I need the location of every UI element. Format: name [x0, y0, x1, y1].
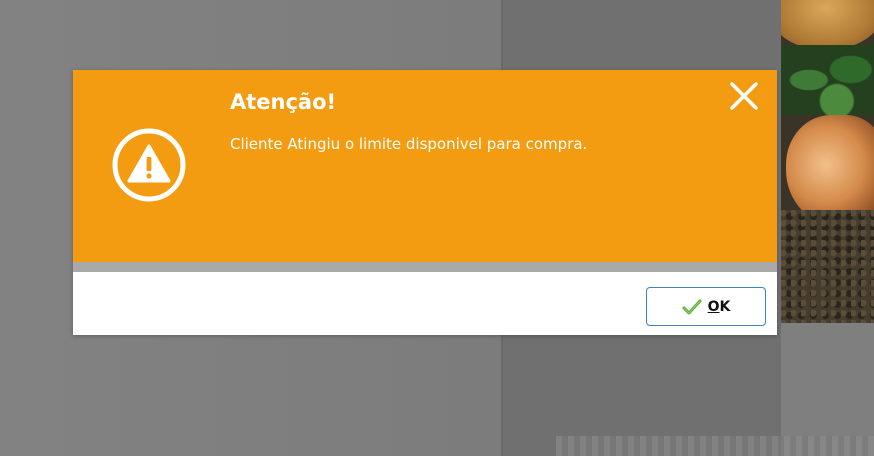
- background-strip: [556, 436, 874, 456]
- warning-triangle-icon: [112, 128, 186, 202]
- ok-button-mnemonic: O: [707, 298, 720, 315]
- dialog-separator: [73, 262, 777, 272]
- background-food-image: [781, 0, 874, 323]
- dialog-title: Atenção!: [230, 90, 337, 114]
- ok-button-label: OK: [708, 299, 731, 315]
- dialog-message: Cliente Atingiu o limite disponivel para…: [230, 135, 588, 153]
- checkmark-icon: [682, 299, 702, 314]
- ok-button-label-rest: K: [719, 298, 731, 315]
- ok-button[interactable]: OK: [646, 287, 766, 326]
- close-icon[interactable]: [728, 80, 760, 112]
- dialog-header: Atenção! Cliente Atingiu o limite dispon…: [73, 70, 777, 262]
- dialog-footer: OK: [73, 272, 777, 335]
- alert-dialog: Atenção! Cliente Atingiu o limite dispon…: [73, 70, 777, 335]
